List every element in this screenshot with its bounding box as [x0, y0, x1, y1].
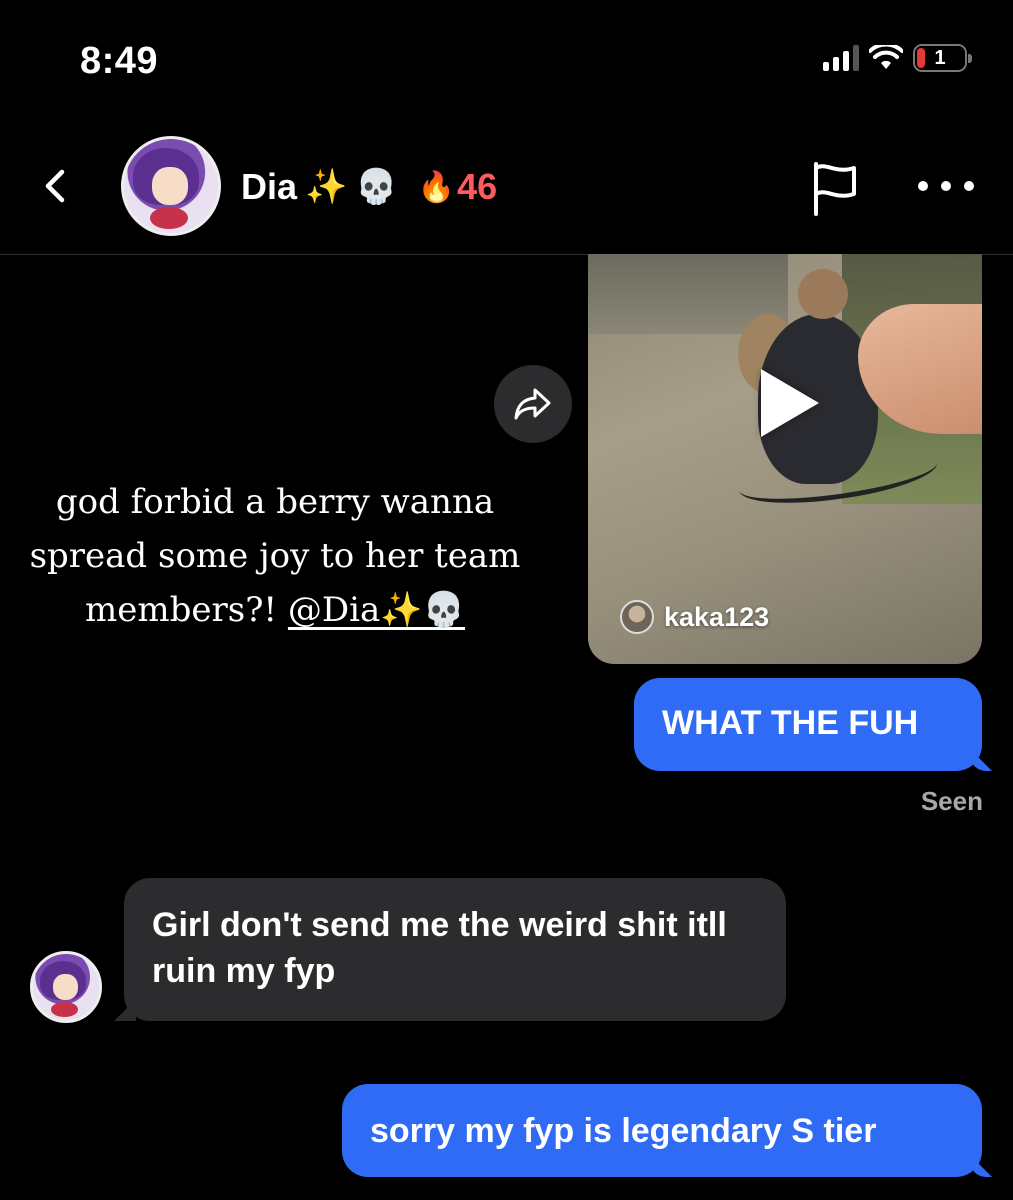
message-text: sorry my fyp is legendary S tier — [370, 1112, 877, 1150]
share-arrow-icon — [514, 388, 551, 420]
fire-icon: 🔥 — [417, 169, 456, 205]
shared-video-card[interactable]: kaka123 — [588, 254, 982, 664]
play-icon[interactable] — [761, 369, 819, 437]
message-bubble-outgoing[interactable]: sorry my fyp is legendary S tier — [342, 1084, 992, 1177]
back-button[interactable] — [32, 162, 80, 210]
share-button[interactable] — [494, 365, 572, 443]
contact-name: Dia — [241, 166, 298, 207]
message-bubble-incoming[interactable]: Girl don't send me the weird shit itll r… — [114, 878, 786, 1021]
flag-button[interactable] — [808, 160, 862, 218]
cellular-signal-icon — [823, 45, 859, 71]
video-author[interactable]: kaka123 — [620, 600, 769, 634]
streak-badge: 🔥 46 — [418, 166, 497, 208]
chat-header: Dia ✨ 💀 🔥 46 — [0, 130, 1013, 255]
shared-post-caption: god forbid a berry wanna spread some joy… — [10, 475, 540, 637]
contact-avatar[interactable] — [121, 136, 221, 236]
chevron-left-icon — [45, 169, 65, 203]
battery-level: 1 — [934, 46, 946, 69]
message-bubble-outgoing[interactable]: WHAT THE FUH — [634, 678, 992, 771]
status-icons: 1 — [823, 44, 972, 72]
contact-title[interactable]: Dia ✨ 💀 🔥 46 — [241, 166, 497, 208]
sparkles-icon: ✨ — [305, 167, 348, 207]
author-name: kaka123 — [664, 601, 770, 632]
chat-screen: 8:49 1 Dia ✨ 💀 🔥 46 god forbid a berry w… — [0, 0, 1013, 1200]
caption-mention[interactable]: @Dia✨💀 — [288, 590, 465, 630]
wifi-icon — [869, 45, 903, 69]
message-text: WHAT THE FUH — [662, 704, 919, 742]
more-options-button[interactable] — [918, 174, 974, 198]
message-text: Girl don't send me the weird shit itll r… — [152, 906, 727, 990]
author-avatar — [620, 600, 654, 634]
skull-icon: 💀 — [355, 167, 398, 207]
battery-icon: 1 — [913, 44, 972, 72]
sender-avatar[interactable] — [30, 951, 102, 1023]
flag-icon — [814, 162, 856, 216]
streak-count: 46 — [457, 166, 498, 207]
status-time: 8:49 — [80, 40, 159, 82]
read-receipt: Seen — [920, 786, 983, 816]
